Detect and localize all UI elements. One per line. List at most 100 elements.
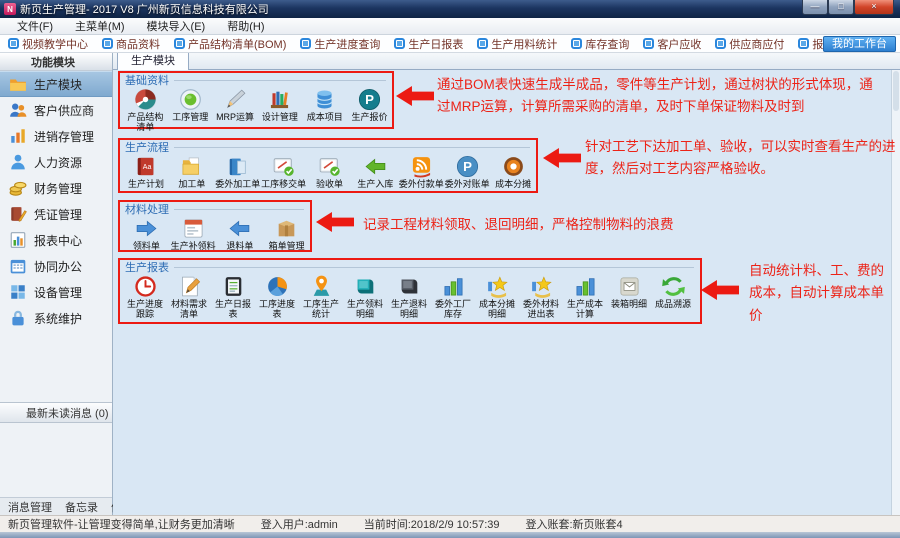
hand-star-icon xyxy=(529,274,554,299)
module-item[interactable]: P委外对账单 xyxy=(444,154,490,190)
sidebar-item[interactable]: 财务管理 xyxy=(0,175,112,201)
module-item[interactable]: 成品溯源 xyxy=(651,274,695,319)
maximize-button[interactable]: □ xyxy=(828,0,854,15)
module-item-label: MRP运算 xyxy=(216,113,254,123)
module-item[interactable]: 成本分摊 xyxy=(490,154,536,190)
tab-strip: 生产模块 xyxy=(113,53,900,70)
sidebar: 功能模块 生产模块客户供应商进销存管理人力资源财务管理凭证管理报表中心协同办公设… xyxy=(0,53,113,515)
module-item[interactable]: 工序管理 xyxy=(168,87,213,132)
module-item[interactable]: 装箱明细 xyxy=(607,274,651,319)
module-item[interactable]: 工序移交单 xyxy=(261,154,307,190)
module-item[interactable]: 工序生产统计 xyxy=(299,274,343,319)
sidebar-item[interactable]: 协同办公 xyxy=(0,253,112,279)
annotation-arrow-icon xyxy=(316,212,354,232)
sidebar-item[interactable]: 设备管理 xyxy=(0,279,112,305)
calendar-blue-icon xyxy=(9,257,27,275)
annotation-text: 自动统计料、工、费的成本，自动计算成本单价 xyxy=(749,260,891,327)
close-button[interactable]: × xyxy=(854,0,894,15)
workbench-button[interactable]: 我的工作台 xyxy=(823,36,896,52)
module-item[interactable]: 委外加工单 xyxy=(215,154,261,190)
module-item-label: 生产补领料 xyxy=(171,242,216,252)
arrow-right-blue-icon xyxy=(134,216,159,241)
menu-item[interactable]: 帮助(H) xyxy=(216,17,275,35)
module-item[interactable]: 生产退料明细 xyxy=(387,274,431,319)
toolbar-item[interactable]: 供应商应付 xyxy=(715,36,784,52)
module-item[interactable]: 材料需求清单 xyxy=(167,274,211,319)
module-item[interactable]: 退料单 xyxy=(217,216,264,252)
toolbar-item[interactable]: 生产进度查询 xyxy=(300,36,380,52)
module-item[interactable]: 生产补领料 xyxy=(170,216,217,252)
module-item[interactable]: 验收单 xyxy=(307,154,353,190)
blue-book-icon xyxy=(225,154,250,179)
module-item[interactable]: 生产入库 xyxy=(352,154,398,190)
sidebar-item[interactable]: 生产模块 xyxy=(0,71,112,97)
sidebar-item[interactable]: 客户供应商 xyxy=(0,97,112,123)
toolbar-item[interactable]: 生产日报表 xyxy=(394,36,463,52)
module-item-label: 生产领料明细 xyxy=(343,300,387,319)
module-item-label: 工序进度表 xyxy=(255,300,299,319)
toolbar-item[interactable]: 生产用料统计 xyxy=(477,36,557,52)
menu-item[interactable]: 模块导入(E) xyxy=(136,17,217,35)
module-item[interactable]: 领料单 xyxy=(123,216,170,252)
sidebar-item[interactable]: 报表中心 xyxy=(0,227,112,253)
module-item[interactable]: P生产报价 xyxy=(347,87,392,132)
form-window-icon xyxy=(181,216,206,241)
module-item[interactable]: 箱单管理 xyxy=(263,216,310,252)
database-icon xyxy=(312,87,337,112)
sidebar-bottom-tab[interactable]: 消息管理 xyxy=(8,499,52,515)
module-item[interactable]: Aa生产计划 xyxy=(123,154,169,190)
blue-checkbox-icon xyxy=(798,38,809,49)
donut-icon xyxy=(501,154,526,179)
group-title: 生产报表 xyxy=(125,259,169,275)
module-item[interactable]: 成本分摊明细 xyxy=(475,274,519,319)
sidebar-items: 生产模块客户供应商进销存管理人力资源财务管理凭证管理报表中心协同办公设备管理系统… xyxy=(0,71,112,331)
sidebar-item[interactable]: 进销存管理 xyxy=(0,123,112,149)
menu-item[interactable]: 主菜单(M) xyxy=(64,17,136,35)
module-item[interactable]: 委外付款单 xyxy=(398,154,444,190)
module-item-label: 成本分摊 xyxy=(495,180,531,190)
unread-messages-bar[interactable]: 最新未读消息 (0) xyxy=(0,402,112,423)
recycle-green-icon xyxy=(661,274,686,299)
module-item[interactable]: 生产成本计算 xyxy=(563,274,607,319)
module-item[interactable]: 委外材料进出表 xyxy=(519,274,563,319)
module-item[interactable]: 加工单 xyxy=(169,154,215,190)
module-item[interactable]: 设计管理 xyxy=(257,87,302,132)
minimize-button[interactable]: — xyxy=(802,0,828,15)
module-item[interactable]: 生产日报表 xyxy=(211,274,255,319)
sidebar-bottom-tab[interactable]: 备忘录 xyxy=(65,499,98,515)
folder-doc-icon xyxy=(179,154,204,179)
book-dark-icon xyxy=(397,274,422,299)
toolbar-item[interactable]: 库存查询 xyxy=(571,36,629,52)
toolbar-item[interactable]: 客户应收 xyxy=(643,36,701,52)
sidebar-item-label: 凭证管理 xyxy=(34,206,82,223)
toolbar-item[interactable]: 视频教学中心 xyxy=(8,36,88,52)
module-item-label: 工序管理 xyxy=(172,113,208,123)
toolbar-item[interactable]: 商品资料 xyxy=(102,36,160,52)
sidebar-item[interactable]: 人力资源 xyxy=(0,149,112,175)
module-item[interactable]: 工序进度表 xyxy=(255,274,299,319)
pie-structure-icon xyxy=(133,87,158,112)
sidebar-spacer2 xyxy=(0,423,112,497)
module-item-label: 箱单管理 xyxy=(269,242,305,252)
module-item[interactable]: MRP运算 xyxy=(213,87,258,132)
menu-item[interactable]: 文件(F) xyxy=(6,17,64,35)
module-item[interactable]: 生产领料明细 xyxy=(343,274,387,319)
status-user: 登入用户:admin xyxy=(261,516,338,532)
module-item[interactable]: 成本项目 xyxy=(302,87,347,132)
blue-checkbox-icon xyxy=(715,38,726,49)
module-item[interactable]: 生产进度跟踪 xyxy=(123,274,167,319)
sidebar-item-label: 进销存管理 xyxy=(34,128,94,145)
module-item[interactable]: 委外工厂库存 xyxy=(431,274,475,319)
lock-blue-icon xyxy=(9,309,27,327)
sidebar-item[interactable]: 系统维护 xyxy=(0,305,112,331)
annotation-arrow-icon xyxy=(396,86,434,106)
module-item-label: 生产报价 xyxy=(352,113,388,123)
bar-chart-icon xyxy=(441,274,466,299)
title-bar: N 新页生产管理- 2017 V8 广州新页信息科技有限公司 — □ × xyxy=(0,0,900,18)
tab-production-module[interactable]: 生产模块 xyxy=(117,50,189,70)
sidebar-item[interactable]: 凭证管理 xyxy=(0,201,112,227)
bar-chart-icon xyxy=(573,274,598,299)
play-green-icon xyxy=(8,53,26,71)
module-item[interactable]: 产品结构清单 xyxy=(123,87,168,132)
toolbar-item[interactable]: 产品结构清单(BOM) xyxy=(174,36,286,52)
